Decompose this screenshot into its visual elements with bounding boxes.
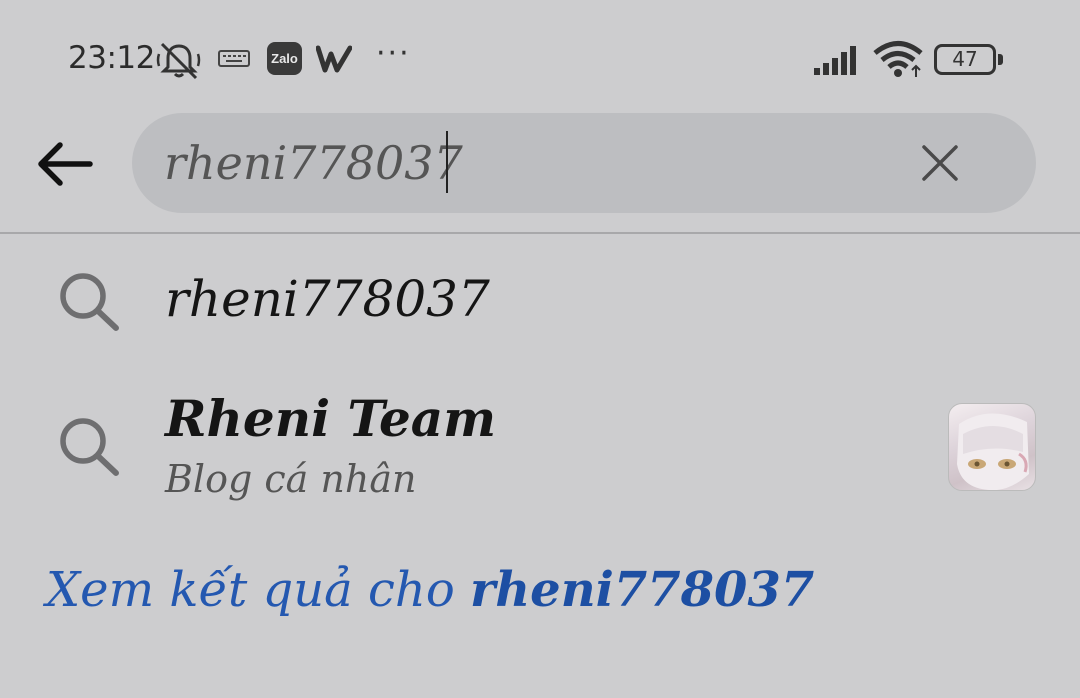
back-arrow-icon[interactable]	[30, 128, 102, 200]
page-avatar	[948, 403, 1036, 491]
suggestion-page[interactable]: Rheni Team Blog cá nhân	[0, 385, 1080, 515]
suggestion-query-text: rheni778037	[165, 270, 490, 328]
more-icon: ···	[376, 36, 411, 71]
signal-icon	[814, 46, 856, 75]
battery-icon: 47	[934, 44, 1003, 75]
avatar-illustration	[957, 413, 1029, 490]
zalo-icon: Zalo	[267, 42, 302, 75]
header-divider	[0, 232, 1080, 234]
w-app-icon	[316, 45, 352, 73]
clear-icon[interactable]	[918, 141, 962, 185]
see-results-link[interactable]: Xem kết quả cho rheni778037	[46, 562, 814, 618]
status-bar: 23:12 Zalo ··· 47	[0, 0, 1080, 115]
battery-level: 47	[952, 47, 978, 71]
see-results-prefix: Xem kết quả cho	[46, 562, 470, 618]
search-icon	[60, 418, 119, 476]
see-results-query: rheni778037	[469, 562, 815, 618]
mute-bell-icon	[156, 42, 201, 80]
wifi-icon	[873, 41, 923, 77]
keyboard-icon	[218, 50, 250, 67]
text-caret	[446, 131, 448, 193]
search-bar[interactable]	[132, 113, 1036, 213]
status-time: 23:12	[68, 40, 155, 76]
search-icon	[60, 273, 119, 331]
suggestion-query[interactable]: rheni778037	[0, 250, 1080, 350]
suggestion-page-subtitle: Blog cá nhân	[165, 457, 417, 501]
suggestion-page-title: Rheni Team	[165, 389, 497, 448]
search-input[interactable]	[164, 131, 924, 195]
